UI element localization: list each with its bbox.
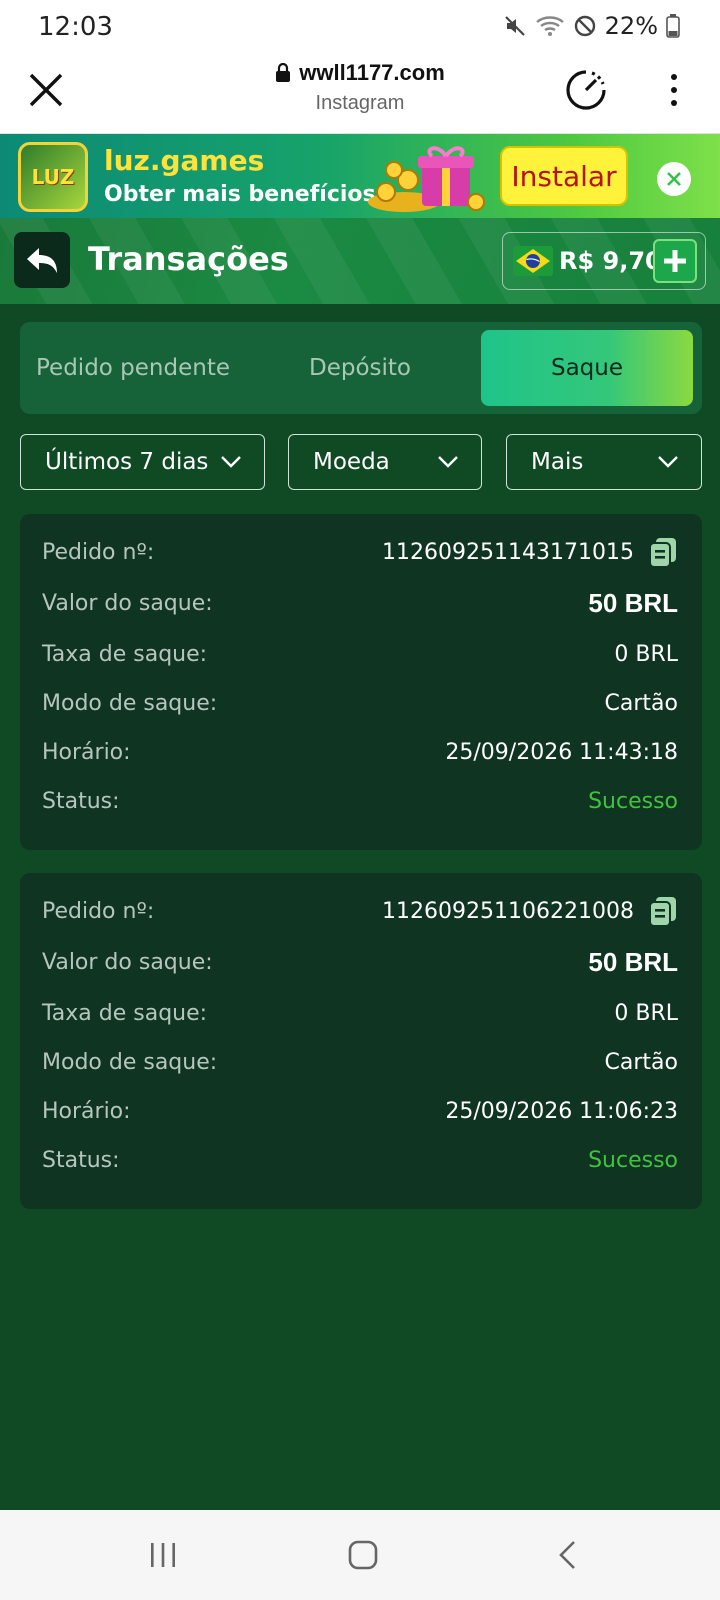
amount-row: Valor do saque: 50 BRL (42, 587, 678, 618)
close-icon (29, 73, 63, 107)
dismiss-banner-button[interactable] (657, 162, 691, 196)
more-filters-label: Mais (531, 449, 584, 475)
withdrawal-amount: 50 BRL (588, 587, 678, 618)
more-options-button[interactable] (658, 66, 690, 114)
plus-icon (664, 250, 686, 272)
transaction-type-tabs: Pedido pendente Depósito Saque (20, 322, 702, 414)
url-text: wwll1177.com (299, 60, 445, 85)
withdrawal-fee: 0 BRL (614, 1000, 678, 1026)
mute-icon (503, 14, 527, 38)
order-number-row: Pedido nº: 112609251106221008 (42, 891, 678, 931)
fee-row: Taxa de saque: 0 BRL (42, 641, 678, 667)
status-badge: Sucesso (588, 1147, 678, 1173)
recent-apps-icon (151, 1543, 175, 1567)
transaction-card: Pedido nº: 112609251106221008 Valor do s… (20, 873, 702, 1209)
transaction-card: Pedido nº: 112609251143171015 Valor do s… (20, 514, 702, 850)
deposit-plus-button[interactable] (653, 239, 697, 283)
system-back-button[interactable] (542, 1532, 592, 1578)
app-tagline: Obter mais benefícios (104, 182, 376, 207)
status-bar: 12:03 22% (0, 0, 720, 50)
page-header: Transações R$ 9,70 (0, 218, 720, 304)
timer-button[interactable] (562, 66, 610, 114)
battery-icon (666, 14, 680, 38)
withdrawal-fee: 0 BRL (614, 641, 678, 667)
close-browser-button[interactable] (22, 66, 70, 114)
lock-icon (276, 63, 291, 82)
date-range-dropdown[interactable]: Últimos 7 dias (20, 434, 265, 490)
wifi-icon (535, 14, 565, 38)
withdrawal-amount: 50 BRL (588, 946, 678, 977)
status-icons: 22% (503, 12, 680, 40)
back-arrow-icon (27, 248, 57, 273)
more-vertical-icon (671, 74, 677, 80)
app-name: luz.games (104, 144, 265, 177)
tab-deposit[interactable]: Depósito (246, 330, 474, 406)
install-button[interactable]: Instalar (500, 146, 628, 206)
time-row: Horário: 25/09/2026 11:43:18 (42, 739, 678, 765)
copy-icon[interactable] (648, 895, 678, 927)
gift-coins-icon (368, 146, 485, 212)
app-logo: LUZ (18, 142, 88, 212)
fee-row: Taxa de saque: 0 BRL (42, 1000, 678, 1026)
chevron-left-icon (559, 1541, 575, 1569)
date-range-label: Últimos 7 dias (45, 449, 209, 475)
status-row: Status: Sucesso (42, 1147, 678, 1173)
order-number-row: Pedido nº: 112609251143171015 (42, 532, 678, 572)
close-icon (667, 172, 681, 186)
transaction-time: 25/09/2026 11:43:18 (445, 739, 678, 765)
status-row: Status: Sucesso (42, 788, 678, 814)
browser-toolbar: wwll1177.com Instagram (0, 50, 720, 134)
recent-apps-button[interactable] (138, 1532, 188, 1578)
balance-amount: R$ 9,70 (559, 247, 662, 275)
tab-withdrawal[interactable]: Saque (481, 330, 693, 406)
withdrawal-mode: Cartão (604, 1049, 678, 1075)
transaction-time: 25/09/2026 11:06:23 (445, 1098, 678, 1124)
status-time: 12:03 (38, 12, 113, 42)
copy-icon[interactable] (648, 536, 678, 568)
chevron-down-icon (438, 456, 458, 468)
page-title: Transações (88, 240, 289, 278)
amount-row: Valor do saque: 50 BRL (42, 946, 678, 977)
home-icon (348, 1540, 378, 1570)
chevron-down-icon (221, 456, 241, 468)
order-number: 112609251106221008 (382, 898, 634, 924)
dnd-icon (573, 14, 597, 38)
currency-dropdown[interactable]: Moeda (288, 434, 482, 490)
battery-level: 22% (604, 12, 658, 40)
withdrawal-mode: Cartão (604, 690, 678, 716)
source-app: Instagram (315, 92, 405, 114)
balance-widget: R$ 9,70 (502, 232, 706, 290)
mode-row: Modo de saque: Cartão (42, 690, 678, 716)
more-filters-dropdown[interactable]: Mais (506, 434, 702, 490)
brazil-flag-icon (513, 246, 553, 276)
tab-pending-orders[interactable]: Pedido pendente (20, 330, 246, 406)
timer-icon (566, 70, 606, 110)
home-button[interactable] (338, 1532, 388, 1578)
system-navigation-bar (0, 1510, 720, 1600)
status-badge: Sucesso (588, 788, 678, 814)
chevron-down-icon (658, 456, 678, 468)
order-number: 112609251143171015 (382, 539, 634, 565)
time-row: Horário: 25/09/2026 11:06:23 (42, 1098, 678, 1124)
url-display[interactable]: wwll1177.com Instagram (200, 60, 520, 115)
currency-label: Moeda (313, 449, 390, 475)
back-button[interactable] (14, 232, 70, 288)
app-install-banner: LUZ luz.games Obter mais benefícios Inst… (0, 134, 720, 218)
mode-row: Modo de saque: Cartão (42, 1049, 678, 1075)
